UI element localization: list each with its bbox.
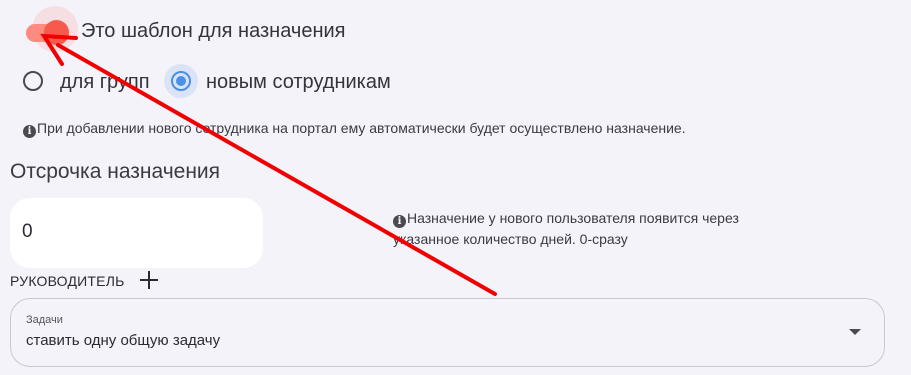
chevron-down-icon[interactable] [849, 329, 861, 335]
delay-title: Отсрочка назначения [10, 160, 221, 183]
template-toggle-label: Это шаблон для назначения [81, 20, 346, 42]
portal-info-text: При добавлении нового сотрудника на порт… [37, 120, 686, 136]
plus-icon[interactable] [138, 269, 160, 291]
template-toggle-thumb[interactable] [44, 20, 69, 45]
tasks-select-caption: Задачи [26, 314, 63, 326]
delay-hint-line2: указанное количество дней. 0-сразу [393, 231, 628, 247]
radio-new-employees-label: новым сотрудникам [206, 71, 391, 93]
radio-groups[interactable] [23, 71, 43, 91]
portal-info: i При добавлении нового сотрудника на пор… [23, 118, 686, 139]
radio-groups-label: для групп [60, 71, 150, 93]
manager-label: РУКОВОДИТЕЛЬ [10, 273, 125, 289]
radio-new-employees[interactable] [171, 71, 191, 91]
delay-input[interactable] [10, 198, 263, 268]
delay-input-value: 0 [22, 221, 33, 242]
tasks-select-value: ставить одну общую задачу [26, 332, 221, 349]
info-icon: i [393, 215, 406, 228]
delay-hint: i Назначение у нового пользователя появит… [393, 208, 739, 250]
delay-hint-line1: Назначение у нового пользователя появитс… [407, 210, 739, 226]
info-icon: i [23, 125, 36, 138]
